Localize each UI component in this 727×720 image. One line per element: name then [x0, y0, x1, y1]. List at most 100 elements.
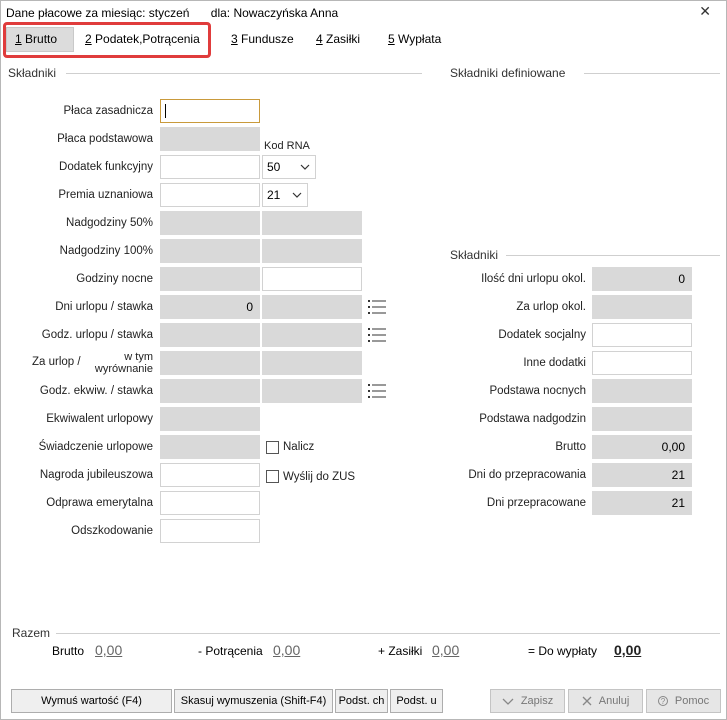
- text-caret: [165, 104, 166, 118]
- ilosc-dni-urlopu-field: 0: [592, 267, 692, 291]
- left-section-divider: [66, 73, 422, 74]
- tab-brutto[interactable]: 1 Brutto: [15, 32, 57, 46]
- tab-podatek-potracenia[interactable]: 2 Podatek,Potrącenia: [85, 32, 200, 46]
- dodatek-funkcyjny-code-select[interactable]: 50: [262, 155, 316, 179]
- pomoc-label: Pomoc: [674, 695, 710, 707]
- za-urlop-okol-label: Za urlop okol.: [516, 301, 586, 313]
- godziny-nocne-label: Godziny nocne: [76, 273, 153, 285]
- defined-section-divider: [584, 73, 720, 74]
- dni-urlopu-label: Dni urlopu / stawka: [55, 301, 153, 313]
- razem-brutto-value[interactable]: 0,00: [95, 642, 122, 658]
- podst-ch-button[interactable]: Podst. ch: [335, 689, 388, 713]
- tab-wyplata[interactable]: 5 Wypłata: [388, 32, 441, 46]
- razem-do-wyplaty-label: = Do wypłaty: [528, 644, 598, 658]
- nadgodziny-100-label: Nadgodziny 100%: [59, 245, 153, 257]
- dodatek-funkcyjny-label: Dodatek funkcyjny: [59, 161, 153, 173]
- tab-zasilki-number: 4: [316, 32, 323, 46]
- godziny-nocne-input[interactable]: [262, 267, 362, 291]
- nadgodziny-50-label: Nadgodziny 50%: [66, 217, 153, 229]
- razem-do-wyplaty-value[interactable]: 0,00: [614, 642, 641, 658]
- premia-uznaniowa-label: Premia uznaniowa: [58, 189, 153, 201]
- placa-podstawowa-label: Płaca podstawowa: [57, 133, 153, 145]
- odszkodowanie-input[interactable]: [160, 519, 260, 543]
- inne-dodatki-input[interactable]: [592, 351, 692, 375]
- brutto-label: Brutto: [555, 441, 586, 453]
- odprawa-label: Odprawa emerytalna: [46, 497, 153, 509]
- tab-fundusze-label: Fundusze: [241, 32, 294, 46]
- dodatek-socjalny-label: Dodatek socjalny: [498, 329, 586, 341]
- podst-u-button[interactable]: Podst. u: [390, 689, 443, 713]
- razem-brutto-label: Brutto: [52, 644, 85, 658]
- odprawa-input[interactable]: [160, 491, 260, 515]
- wyslij-do-zus-label: Wyślij do ZUS: [283, 471, 356, 483]
- dodatek-funkcyjny-input[interactable]: [160, 155, 260, 179]
- list-menu-icon[interactable]: [368, 327, 386, 343]
- dni-przepracowane-label: Dni przepracowane: [486, 497, 586, 509]
- ekwiwalent-label: Ekwiwalent urlopowy: [46, 413, 153, 425]
- wymus-wartosc-button[interactable]: Wymuś wartość (F4): [11, 689, 172, 713]
- close-icon[interactable]: ✕: [699, 3, 711, 20]
- tab-fundusze-number: 3: [231, 32, 238, 46]
- nalicz-label: Nalicz: [283, 441, 315, 453]
- podstawa-nadgodzin-field: [592, 407, 692, 431]
- anuluj-button[interactable]: Anuluj: [568, 689, 643, 713]
- defined-section-title: Składniki definiowane: [450, 66, 566, 80]
- razem-zasilki-value[interactable]: 0,00: [432, 642, 459, 658]
- tab-wyplata-label: Wypłata: [398, 32, 442, 46]
- employee-name: dla: Nowaczyńska Anna: [210, 6, 339, 20]
- right-section-title: Składniki: [450, 248, 499, 262]
- svg-text:?: ?: [661, 697, 666, 706]
- tab-brutto-label: Brutto: [25, 32, 58, 46]
- premia-uznaniowa-code: 21: [267, 188, 281, 202]
- tab-brutto-number: 1: [15, 32, 22, 46]
- godz-urlopu-stawka-field: [262, 323, 362, 347]
- check-icon: [502, 695, 517, 707]
- list-menu-icon[interactable]: [368, 299, 386, 315]
- razem-zasilki-label: + Zasiłki: [378, 644, 423, 658]
- tab-zasilki-label: Zasiłki: [326, 32, 361, 46]
- nadgodziny-50-field-2: [262, 211, 362, 235]
- zapisz-button[interactable]: Zapisz: [490, 689, 565, 713]
- podstawa-nocnych-field: [592, 379, 692, 403]
- window-title-text: Dane płacowe za miesiąc: styczeń: [6, 6, 190, 20]
- nadgodziny-50-field: [160, 211, 260, 235]
- razem-potracenia-label: - Potrącenia: [198, 644, 263, 658]
- dni-do-przepracowania-label: Dni do przepracowania: [468, 469, 586, 481]
- nalicz-checkbox[interactable]: [266, 441, 279, 454]
- za-urlop-wyrownanie-label: wyrównanie: [94, 363, 153, 375]
- nagroda-input[interactable]: [160, 463, 260, 487]
- za-urlop-w-tym-label: w tym: [124, 351, 153, 363]
- kod-rna-label: Kod RNA: [264, 140, 310, 152]
- list-menu-icon[interactable]: [368, 383, 386, 399]
- pomoc-button[interactable]: ? Pomoc: [646, 689, 721, 713]
- tab-zasilki[interactable]: 4 Zasiłki: [316, 32, 360, 46]
- podstawa-nadgodzin-label: Podstawa nadgodzin: [479, 413, 586, 425]
- godz-ekwiw-stawka-field: [262, 379, 362, 403]
- ekwiwalent-field: [160, 407, 260, 431]
- left-section-title: Składniki: [8, 66, 57, 80]
- tab-wyplata-number: 5: [388, 32, 395, 46]
- premia-uznaniowa-code-select[interactable]: 21: [262, 183, 308, 207]
- help-icon: ?: [657, 695, 671, 707]
- dodatek-socjalny-input[interactable]: [592, 323, 692, 347]
- tab-fundusze[interactable]: 3 Fundusze: [231, 32, 294, 46]
- za-urlop-field: [160, 351, 260, 375]
- premia-uznaniowa-input[interactable]: [160, 183, 260, 207]
- dni-przepracowane-field: 21: [592, 491, 692, 515]
- razem-title: Razem: [12, 626, 51, 640]
- placa-zasadnicza-label: Płaca zasadnicza: [63, 105, 154, 117]
- godz-urlopu-field: [160, 323, 260, 347]
- nadgodziny-100-field-2: [262, 239, 362, 263]
- skasuj-wymuszenia-button[interactable]: Skasuj wymuszenia (Shift-F4): [174, 689, 333, 713]
- placa-zasadnicza-input[interactable]: [160, 99, 260, 123]
- swiadczenie-label: Świadczenie urlopowe: [38, 441, 153, 453]
- window-title: Dane płacowe za miesiąc: styczeń dla: No…: [6, 6, 338, 20]
- razem-potracenia-value[interactable]: 0,00: [273, 642, 300, 658]
- wyslij-do-zus-checkbox[interactable]: [266, 470, 279, 483]
- tab-podatek-label: Podatek,Potrącenia: [95, 32, 200, 46]
- zapisz-label: Zapisz: [520, 695, 554, 707]
- godz-urlopu-label: Godz. urlopu / stawka: [41, 329, 153, 341]
- dni-urlopu-field: 0: [160, 295, 260, 319]
- close-icon: [582, 695, 595, 707]
- anuluj-label: Anuluj: [598, 695, 630, 707]
